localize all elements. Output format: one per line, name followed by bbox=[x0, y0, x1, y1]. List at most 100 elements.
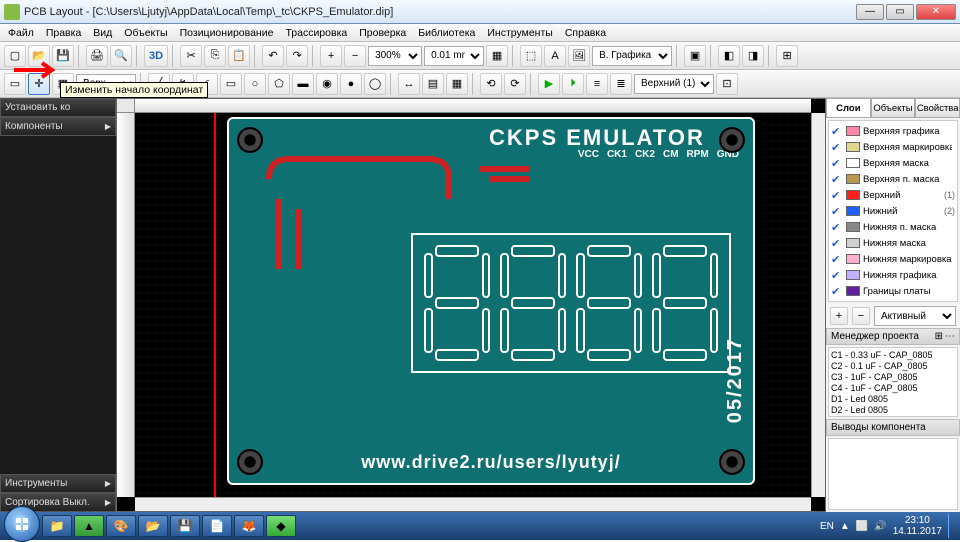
extra2-icon[interactable]: ◧ bbox=[718, 45, 740, 67]
layer-row[interactable]: ✔Нижняя маска bbox=[831, 235, 955, 251]
layer-check-icon[interactable]: ✔ bbox=[831, 285, 843, 298]
tab-objects[interactable]: Объекты bbox=[871, 98, 916, 117]
extra1-icon[interactable]: ▣ bbox=[684, 45, 706, 67]
layer-row[interactable]: ✔Нижняя маркировка bbox=[831, 251, 955, 267]
zoom-out-icon[interactable]: − bbox=[344, 45, 366, 67]
layer-row[interactable]: ✔Верхняя маска bbox=[831, 155, 955, 171]
layer-swatch[interactable] bbox=[846, 206, 860, 216]
3d-button[interactable]: 3D bbox=[144, 45, 168, 67]
rot-r-icon[interactable]: ⟳ bbox=[504, 73, 526, 95]
run-icon[interactable]: ▶ bbox=[538, 73, 560, 95]
tab-layers[interactable]: Слои bbox=[826, 98, 871, 117]
layer-check-icon[interactable]: ✔ bbox=[831, 157, 843, 170]
zoom-select[interactable]: 300% bbox=[368, 46, 422, 66]
layer-check-icon[interactable]: ✔ bbox=[831, 205, 843, 218]
display-layer-select[interactable]: В. Графика bbox=[592, 46, 672, 66]
unit-select[interactable]: 0.01 mm bbox=[424, 46, 484, 66]
layer-swatch[interactable] bbox=[846, 254, 860, 264]
pcb-canvas[interactable]: CKPS EMULATOR VCCCK1CK2CMRPMGND 05/2017 bbox=[135, 113, 811, 497]
extra3-icon[interactable]: ◨ bbox=[742, 45, 764, 67]
extra4-icon[interactable]: ⊞ bbox=[776, 45, 798, 67]
project-item[interactable]: C3 - 1uF - CAP_0805 bbox=[831, 372, 955, 383]
task-explorer-icon[interactable]: 📁 bbox=[42, 515, 72, 537]
project-item[interactable]: C4 - 1uF - CAP_0805 bbox=[831, 383, 955, 394]
menu-library[interactable]: Библиотека bbox=[412, 27, 481, 39]
grid3-icon[interactable]: ▦ bbox=[446, 73, 468, 95]
preview-icon[interactable]: 🔍 bbox=[110, 45, 132, 67]
layer-check-icon[interactable]: ✔ bbox=[831, 189, 843, 202]
undo-icon[interactable]: ↶ bbox=[262, 45, 284, 67]
hole-icon[interactable]: ◯ bbox=[364, 73, 386, 95]
project-item[interactable]: D1 - Led 0805 bbox=[831, 394, 955, 405]
left-section-instruments[interactable]: Инструменты▶ bbox=[0, 474, 116, 493]
dim-icon[interactable]: ↔ bbox=[398, 73, 420, 95]
task-pcb-icon[interactable]: ◆ bbox=[266, 515, 296, 537]
layer-swatch[interactable] bbox=[846, 190, 860, 200]
tray-net-icon[interactable]: ⬜ bbox=[856, 521, 868, 532]
grid-icon[interactable]: ▦ bbox=[486, 45, 508, 67]
redo-icon[interactable]: ↷ bbox=[286, 45, 308, 67]
table-icon[interactable]: ▤ bbox=[422, 73, 444, 95]
tab-props[interactable]: Свойства bbox=[915, 98, 960, 117]
project-item[interactable]: C2 - 0.1 uF - CAP_0805 bbox=[831, 361, 955, 372]
layer-filter-select[interactable]: Верхний (1) bbox=[634, 74, 714, 94]
layer-row[interactable]: ✔Нижняя графика bbox=[831, 267, 955, 283]
add-layer-icon[interactable]: + bbox=[830, 307, 848, 325]
task-folder-icon[interactable]: 📂 bbox=[138, 515, 168, 537]
layer-swatch[interactable] bbox=[846, 158, 860, 168]
menu-check[interactable]: Проверка bbox=[353, 27, 412, 39]
text-icon[interactable]: A bbox=[544, 45, 566, 67]
tray-flag-icon[interactable]: ▲ bbox=[840, 521, 850, 532]
left-tab-install[interactable]: Установить ко bbox=[0, 98, 116, 117]
layer-check-icon[interactable]: ✔ bbox=[831, 269, 843, 282]
menu-tools[interactable]: Инструменты bbox=[481, 27, 558, 39]
layer-swatch[interactable] bbox=[846, 286, 860, 296]
project-manager-header[interactable]: Менеджер проекта ⊞⋯ bbox=[826, 328, 960, 345]
layer-swatch[interactable] bbox=[846, 222, 860, 232]
project-item[interactable]: D3 - 1N4007 bbox=[831, 416, 955, 417]
circle-icon[interactable]: ○ bbox=[244, 73, 266, 95]
layer-swatch[interactable] bbox=[846, 174, 860, 184]
layer-check-icon[interactable]: ✔ bbox=[831, 221, 843, 234]
show-desktop[interactable] bbox=[948, 514, 956, 538]
layer-row[interactable]: ✔Верхний(1) bbox=[831, 187, 955, 203]
layer-swatch[interactable] bbox=[846, 238, 860, 248]
tray-clock[interactable]: 23:1014.11.2017 bbox=[893, 515, 942, 537]
mgr-filter-icon[interactable]: ⊞ bbox=[935, 331, 943, 342]
task-app1-icon[interactable]: ▲ bbox=[74, 515, 104, 537]
fill-icon[interactable]: ▬ bbox=[292, 73, 314, 95]
canvas-scrollbar-h[interactable] bbox=[135, 497, 811, 511]
cut-icon[interactable]: ✂ bbox=[180, 45, 202, 67]
layer-check-icon[interactable]: ✔ bbox=[831, 125, 843, 138]
image-icon[interactable]: 🖼 bbox=[568, 45, 590, 67]
layer-check-icon[interactable]: ✔ bbox=[831, 237, 843, 250]
mgr-menu-icon[interactable]: ⋯ bbox=[945, 331, 955, 342]
opt1-icon[interactable]: ≡ bbox=[586, 73, 608, 95]
rot-l-icon[interactable]: ⟲ bbox=[480, 73, 502, 95]
pins-header[interactable]: Выводы компонента bbox=[826, 419, 960, 436]
print-icon[interactable]: 🖨 bbox=[86, 45, 108, 67]
menu-routing[interactable]: Трассировка bbox=[279, 27, 353, 39]
layer-row[interactable]: ✔Нижний(2) bbox=[831, 203, 955, 219]
opt2-icon[interactable]: ≣ bbox=[610, 73, 632, 95]
project-item[interactable]: C1 - 0.33 uF - CAP_0805 bbox=[831, 350, 955, 361]
left-section-components[interactable]: Компоненты▶ bbox=[0, 117, 116, 136]
minimize-button[interactable]: — bbox=[856, 4, 884, 20]
layer-swatch[interactable] bbox=[846, 142, 860, 152]
close-button[interactable]: ✕ bbox=[916, 4, 956, 20]
menu-help[interactable]: Справка bbox=[559, 27, 612, 39]
end-icon[interactable]: ⊡ bbox=[716, 73, 738, 95]
layer-check-icon[interactable]: ✔ bbox=[831, 173, 843, 186]
menu-edit[interactable]: Правка bbox=[40, 27, 87, 39]
system-tray[interactable]: EN ▲ ⬜ 🔊 23:1014.11.2017 bbox=[820, 514, 956, 538]
copy-icon[interactable]: ⎘ bbox=[204, 45, 226, 67]
layer-mode-select[interactable]: Активный bbox=[874, 306, 956, 326]
tray-vol-icon[interactable]: 🔊 bbox=[874, 521, 886, 532]
rect-icon[interactable]: ▭ bbox=[220, 73, 242, 95]
layer-swatch[interactable] bbox=[846, 126, 860, 136]
step-icon[interactable]: ⏵ bbox=[562, 73, 584, 95]
task-firefox-icon[interactable]: 🦊 bbox=[234, 515, 264, 537]
start-button[interactable] bbox=[4, 506, 40, 542]
zoom-in-icon[interactable]: + bbox=[320, 45, 342, 67]
layer-row[interactable]: ✔Нижняя п. маска bbox=[831, 219, 955, 235]
